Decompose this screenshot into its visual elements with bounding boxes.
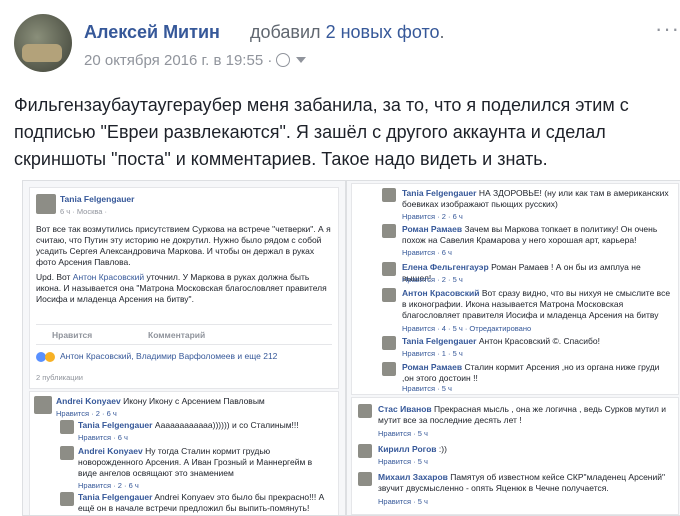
avatar: [382, 188, 396, 202]
comment-text: Tania Felgengauer Аааааааааааа)))))) и с…: [78, 420, 332, 431]
comment-meta[interactable]: Нравится · 2 · 6 ч: [402, 211, 463, 222]
avatar: [60, 492, 74, 506]
comment-meta[interactable]: Нравится · 2 · 5 ч: [402, 274, 463, 285]
comment-author[interactable]: Роман Рамаев: [402, 362, 462, 372]
avatar: [358, 472, 372, 486]
comment-text: Антон Красовский Вот сразу видно, что вы…: [402, 288, 672, 321]
comment-author[interactable]: Tania Felgengauer: [402, 188, 476, 198]
avatar: [382, 362, 396, 376]
divider: [36, 344, 332, 345]
comment-author[interactable]: Andrei Konyaev: [78, 446, 143, 456]
post-meta: 20 октября 2016 г. в 19:55 ·: [84, 52, 307, 69]
avatar: [382, 262, 396, 276]
comment-meta[interactable]: Нравится · 2 · 6 ч: [56, 408, 117, 419]
comments-panel: Andrei Konyaev Икону Икону с Арсением Па…: [29, 391, 339, 515]
comment-text: Andrei Konyaev Икону Икону с Арсением Па…: [56, 396, 332, 407]
avatar: [382, 288, 396, 302]
comment-meta[interactable]: Нравится · 4 · 5 ч · Отредактировано: [402, 323, 531, 334]
post-author-name[interactable]: Алексей Митин: [84, 22, 220, 43]
shares-count[interactable]: 2 публикации: [36, 372, 83, 383]
card-body-2: Upd. Вот Антон Красовский уточнил. У Мар…: [36, 272, 332, 305]
avatar: [36, 194, 56, 214]
divider: [36, 324, 332, 325]
comment-meta[interactable]: Нравится · 5 ч: [378, 496, 428, 507]
photo-1[interactable]: Tania Felgengauer 6 ч · Москва · Вот все…: [22, 180, 346, 516]
comment-text: Tania Felgengauer Andrei Konyaev это был…: [78, 492, 332, 514]
comment-author[interactable]: Tania Felgengauer: [402, 336, 476, 346]
action-photos-link[interactable]: 2 новых фото: [326, 22, 440, 42]
globe-icon: [276, 53, 291, 67]
comment-author[interactable]: Михаил Захаров: [378, 472, 448, 482]
avatar: [358, 444, 372, 458]
post-text: Фильгензаубаутаугераубер меня забанила, …: [14, 95, 629, 169]
comment-body: Аааааааааааа)))))) и со Сталиным!!!: [154, 420, 299, 430]
action-suffix: .: [439, 22, 445, 42]
chevron-down-icon[interactable]: [296, 57, 307, 63]
comment-button[interactable]: Комментарий: [148, 330, 205, 341]
comment-text: Кирилл Рогов :)): [378, 444, 672, 455]
photo-2[interactable]: Tania Felgengauer НА ЗДОРОВЬЕ! (ну или к…: [346, 180, 680, 516]
comment-text: Стас Иванов Прекрасная мысль , она же ло…: [378, 404, 672, 426]
card-author[interactable]: Tania Felgengauer: [60, 194, 134, 205]
comment-text: Andrei Konyaev Ну тогда Сталин кормит гр…: [78, 446, 332, 479]
comment-meta[interactable]: Нравится · 5 ч: [378, 456, 428, 467]
comment-body: Антон Красовский ©. Спасибо!: [478, 336, 600, 346]
card-meta: 6 ч · Москва ·: [60, 207, 108, 216]
author-avatar[interactable]: [14, 14, 72, 72]
comment-meta[interactable]: Нравится · 5 ч: [378, 428, 428, 439]
comment-meta[interactable]: Нравится · 6 ч: [78, 432, 128, 443]
body2-prefix: Upd. Вот: [36, 272, 73, 282]
comment-body: :)): [438, 444, 447, 454]
avatar: [382, 336, 396, 350]
more-options-icon[interactable]: ···: [655, 16, 680, 42]
comment-meta[interactable]: Нравится · 1 · 5 ч: [402, 348, 463, 359]
avatar: [60, 446, 74, 460]
like-button[interactable]: Нравится: [52, 330, 92, 341]
comment-author[interactable]: Кирилл Рогов: [378, 444, 437, 454]
comment-author[interactable]: Tania Felgengauer: [78, 492, 152, 502]
avatar: [358, 404, 372, 418]
post-timestamp[interactable]: 20 октября 2016 г. в 19:55 ·: [84, 52, 272, 69]
comment-meta[interactable]: Нравится · 6 ч: [402, 247, 452, 258]
haha-reaction-icon: [45, 352, 55, 362]
comment-author[interactable]: Tania Felgengauer: [78, 420, 152, 430]
comments-thread-2: Стас Иванов Прекрасная мысль , она же ло…: [351, 397, 679, 515]
post-action-text: добавил 2 новых фото.: [250, 22, 445, 43]
comment-text: Tania Felgengauer НА ЗДОРОВЬЕ! (ну или к…: [402, 188, 672, 210]
comment-text: Михаил Захаров Памятуя об известном кейс…: [378, 472, 672, 494]
comment-meta[interactable]: Нравится · 5 ч: [402, 383, 452, 394]
comment-author[interactable]: Andrei Konyaev: [56, 396, 121, 406]
comment-author[interactable]: Роман Рамаев: [402, 224, 462, 234]
avatar: [60, 420, 74, 434]
mention-link[interactable]: Антон Красовский: [73, 272, 144, 282]
comment-author[interactable]: Елена Фельгенгауэр: [402, 262, 489, 272]
comment-author[interactable]: Антон Красовский: [402, 288, 479, 298]
avatar: [34, 396, 52, 414]
comments-thread: Tania Felgengauer НА ЗДОРОВЬЕ! (ну или к…: [351, 183, 679, 395]
fb-post-card: Tania Felgengauer 6 ч · Москва · Вот все…: [29, 187, 339, 389]
comment-author[interactable]: Стас Иванов: [378, 404, 432, 414]
comment-text: Tania Felgengauer Антон Красовский ©. Сп…: [402, 336, 672, 347]
avatar: [382, 224, 396, 238]
comment-body: Икону Икону с Арсением Павловым: [123, 396, 265, 406]
reactions-summary[interactable]: Антон Красовский, Владимир Варфоломеев и…: [60, 351, 277, 362]
action-prefix: добавил: [250, 22, 321, 42]
card-body-1: Вот все так возмутились присутствием Сур…: [36, 224, 331, 267]
comment-meta[interactable]: Нравится · 2 · 6 ч: [78, 480, 139, 491]
comment-text: Роман Рамаев Сталин кормит Арсения ,но и…: [402, 362, 672, 384]
comment-text: Роман Рамаев Зачем вы Маркова топкает в …: [402, 224, 672, 246]
